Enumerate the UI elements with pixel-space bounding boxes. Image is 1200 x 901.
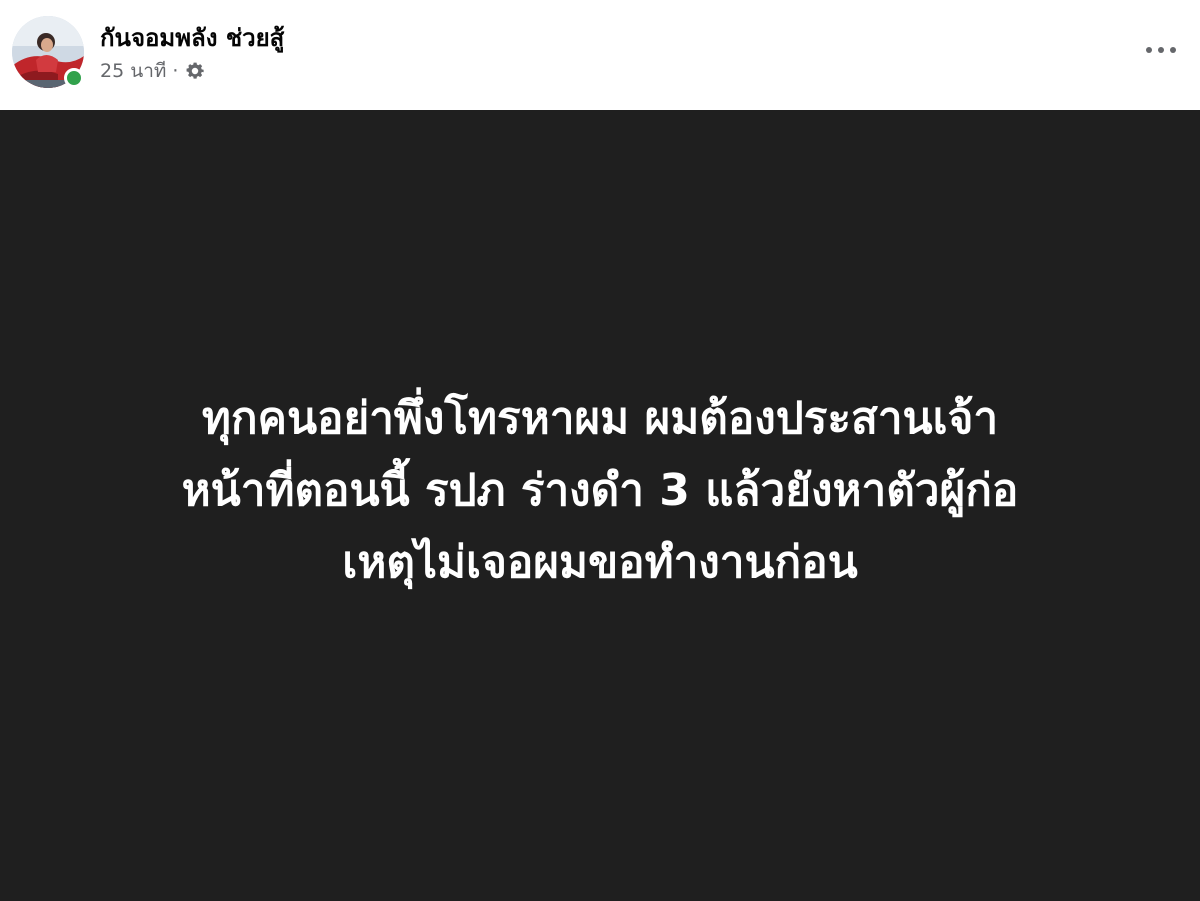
- post-meta: 25 นาที ·: [100, 58, 206, 84]
- more-options-button[interactable]: [1136, 30, 1186, 70]
- status-text-line: ทุกคนอย่าพึ่งโทรหาผม ผมต้องประสานเจ้า: [201, 392, 999, 444]
- more-options-icon: [1146, 47, 1176, 53]
- status-text-line: หน้าที่ตอนนี้ รปภ ร่างดำ 3 แล้วยังหาตัวผ…: [181, 464, 1019, 516]
- online-status-indicator: [64, 68, 84, 88]
- status-text-line: เหตุไม่เจอผมขอทำงานก่อน: [342, 536, 858, 588]
- post-header: กันจอมพลัง ช่วยสู้ 25 นาที ·: [0, 0, 1200, 110]
- gear-icon[interactable]: [184, 60, 206, 82]
- author-name-link[interactable]: กันจอมพลัง ช่วยสู้: [100, 18, 284, 57]
- meta-separator: ·: [172, 60, 179, 82]
- status-background-card: ทุกคนอย่าพึ่งโทรหาผม ผมต้องประสานเจ้า หน…: [0, 110, 1200, 901]
- post-timestamp[interactable]: 25 นาที: [100, 56, 166, 86]
- status-text: ทุกคนอย่าพึ่งโทรหาผม ผมต้องประสานเจ้า หน…: [70, 383, 1130, 599]
- facebook-post: กันจอมพลัง ช่วยสู้ 25 นาที · ทุกคนอย่าพึ…: [0, 0, 1200, 901]
